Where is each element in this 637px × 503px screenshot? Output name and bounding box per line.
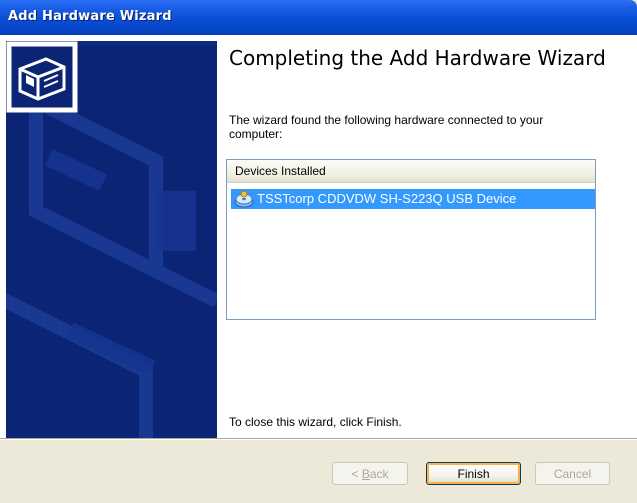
device-list-item[interactable]: TSSTcorp CDDVDW SH-S223Q USB Device [231,189,595,209]
back-button-access-key: B [361,467,370,481]
wizard-body: Completing the Add Hardware Wizard The w… [0,35,637,438]
page-title: Completing the Add Hardware Wizard [229,46,606,70]
description-text: The wizard found the following hardware … [229,113,544,141]
wizard-sidebar-banner [6,41,217,438]
window-title: Add Hardware Wizard [8,9,172,24]
back-button-prefix: < [351,467,362,481]
devices-listview[interactable]: Devices Installed TSSTcorp CDDVDW SH-S22… [226,159,596,320]
back-button[interactable]: < Back [332,462,408,485]
close-instruction-text: To close this wizard, click Finish. [229,415,402,429]
wizard-window: Add Hardware Wizard Completing the Add H… [0,0,637,503]
wizard-content: Completing the Add Hardware Wizard The w… [217,35,637,438]
back-button-label: ack [369,467,389,481]
list-column-header[interactable]: Devices Installed [227,160,595,183]
cd-drive-icon [234,190,254,208]
device-name: TSSTcorp CDDVDW SH-S223Q USB Device [257,191,517,206]
hardware-icon [6,41,78,113]
finish-button[interactable]: Finish [426,462,521,485]
title-bar[interactable]: Add Hardware Wizard [0,0,637,35]
column-header-label: Devices Installed [235,164,326,178]
button-separator-highlight [0,439,637,440]
cancel-button[interactable]: Cancel [535,462,610,485]
